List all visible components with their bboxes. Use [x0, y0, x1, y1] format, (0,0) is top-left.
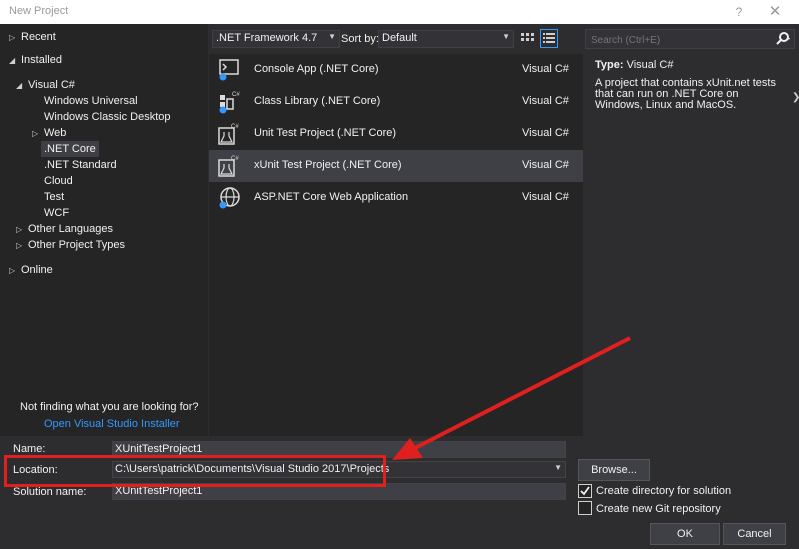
tree-item-wcf[interactable]: WCF: [44, 205, 69, 221]
template-language: Visual C#: [522, 95, 569, 107]
svg-text:C#: C#: [231, 156, 239, 162]
tree-item-label: Web: [44, 127, 67, 139]
tree-item-windows-classic[interactable]: Windows Classic Desktop: [44, 109, 171, 125]
checkmark-icon: [580, 486, 590, 496]
type-line: Type: Visual C#: [595, 59, 673, 71]
framework-select[interactable]: .NET Framework 4.7 ▼: [212, 30, 340, 48]
browse-button[interactable]: Browse...: [578, 459, 650, 481]
template-name: Console App (.NET Core): [254, 63, 379, 75]
create-git-label: Create new Git repository: [596, 503, 721, 515]
template-item-xunit-test[interactable]: C# xUnit Test Project (.NET Core) Visual…: [209, 150, 583, 182]
tree-item-visual-csharp[interactable]: ◢ Visual C#: [16, 77, 75, 93]
chevron-down-icon[interactable]: ▼: [554, 463, 562, 472]
tree-item-label: Other Project Types: [28, 239, 126, 251]
tree-item-test[interactable]: Test: [44, 189, 64, 205]
category-tree: ▷ Recent ◢ Installed ◢ Visual C# Windows Un…: [0, 24, 208, 436]
template-name: Class Library (.NET Core): [254, 95, 381, 107]
sort-value: Default: [382, 32, 417, 44]
console-app-icon: [219, 59, 239, 81]
template-item-aspnet-core-web[interactable]: ASP.NET Core Web Application Visual C#: [209, 182, 583, 214]
not-finding-text: Not finding what you are looking for?: [20, 401, 199, 413]
create-directory-label: Create directory for solution: [596, 485, 732, 497]
svg-text:C#: C#: [231, 124, 239, 130]
tree-item-label: Visual C#: [28, 79, 75, 91]
template-language: Visual C#: [522, 191, 569, 203]
highlight-box: [4, 455, 386, 487]
tree-item-label: Recent: [21, 31, 56, 43]
tree-item-net-standard[interactable]: .NET Standard: [44, 157, 117, 173]
tree-item-other-languages[interactable]: ▷ Other Languages: [16, 221, 113, 237]
template-description: A project that contains xUnit.net tests …: [595, 77, 776, 111]
tree-item-label: Other Languages: [28, 223, 114, 235]
svg-text:C#: C#: [232, 92, 240, 98]
tree-item-windows-universal[interactable]: Windows Universal: [44, 93, 138, 109]
type-value: Visual C#: [626, 59, 674, 71]
template-name: xUnit Test Project (.NET Core): [254, 159, 402, 171]
title-bar: New Project ? ✕: [0, 0, 799, 24]
type-label: Type:: [595, 59, 624, 71]
sort-select[interactable]: Default ▼: [378, 30, 514, 48]
expand-arrow-icon: ▷: [9, 33, 16, 42]
cancel-button[interactable]: Cancel: [723, 523, 786, 545]
expand-arrow-icon: ▷: [9, 266, 16, 275]
search-input[interactable]: [589, 31, 763, 49]
xunit-test-icon: C#: [218, 156, 239, 177]
globe-icon: [219, 187, 240, 209]
framework-value: .NET Framework 4.7: [216, 32, 318, 44]
expand-arrow-icon: ▷: [32, 129, 39, 138]
tree-item-recent[interactable]: ▷ Recent: [9, 29, 56, 45]
template-name: ASP.NET Core Web Application: [254, 191, 409, 203]
template-language: Visual C#: [522, 127, 569, 139]
chevron-down-icon: ▼: [328, 32, 336, 41]
name-label: Name:: [13, 443, 46, 455]
template-name: Unit Test Project (.NET Core): [254, 127, 397, 139]
template-list: Console App (.NET Core) Visual C# C# Cla…: [209, 54, 583, 436]
tree-item-online[interactable]: ▷ Online: [9, 262, 53, 278]
template-language: Visual C#: [522, 159, 569, 171]
expand-arrow-icon: ▷: [16, 241, 23, 250]
search-icon[interactable]: [775, 31, 791, 47]
help-button[interactable]: ?: [730, 2, 748, 22]
grid-view-icon[interactable]: [520, 30, 534, 46]
ok-button[interactable]: OK: [650, 523, 720, 545]
tree-item-label: Online: [21, 264, 53, 276]
template-item-unit-test[interactable]: C# Unit Test Project (.NET Core) Visual …: [209, 118, 583, 150]
collapse-arrow-icon: ◢: [9, 56, 16, 65]
tree-item-web[interactable]: ▷ Web: [32, 125, 66, 141]
chevron-right-icon[interactable]: ❯: [792, 92, 799, 103]
expand-arrow-icon: ▷: [16, 225, 23, 234]
template-item-class-library[interactable]: C# Class Library (.NET Core) Visual C#: [209, 86, 583, 118]
open-installer-link[interactable]: Open Visual Studio Installer: [44, 418, 180, 430]
tree-item-other-project-types[interactable]: ▷ Other Project Types: [16, 237, 125, 253]
tree-item-cloud[interactable]: Cloud: [44, 173, 73, 189]
sort-by-label: Sort by:: [341, 33, 379, 45]
class-library-icon: C#: [219, 92, 240, 114]
name-input[interactable]: [115, 442, 545, 456]
close-button[interactable]: ✕: [764, 2, 786, 22]
solution-name-label: Solution name:: [13, 486, 87, 498]
tree-item-installed[interactable]: ◢ Installed: [9, 52, 62, 68]
collapse-arrow-icon: ◢: [16, 81, 23, 90]
window-title: New Project: [9, 5, 69, 17]
create-git-checkbox[interactable]: [578, 501, 592, 515]
tree-item-label: Installed: [21, 54, 62, 66]
chevron-down-icon: ▼: [502, 32, 510, 41]
create-directory-checkbox[interactable]: [578, 484, 592, 498]
unit-test-icon: C#: [218, 124, 239, 145]
template-item-console-app[interactable]: Console App (.NET Core) Visual C#: [209, 54, 583, 86]
list-view-icon[interactable]: [540, 29, 558, 48]
tree-item-net-core[interactable]: .NET Core: [41, 141, 99, 157]
search-box[interactable]: [585, 29, 795, 49]
template-language: Visual C#: [522, 63, 569, 75]
